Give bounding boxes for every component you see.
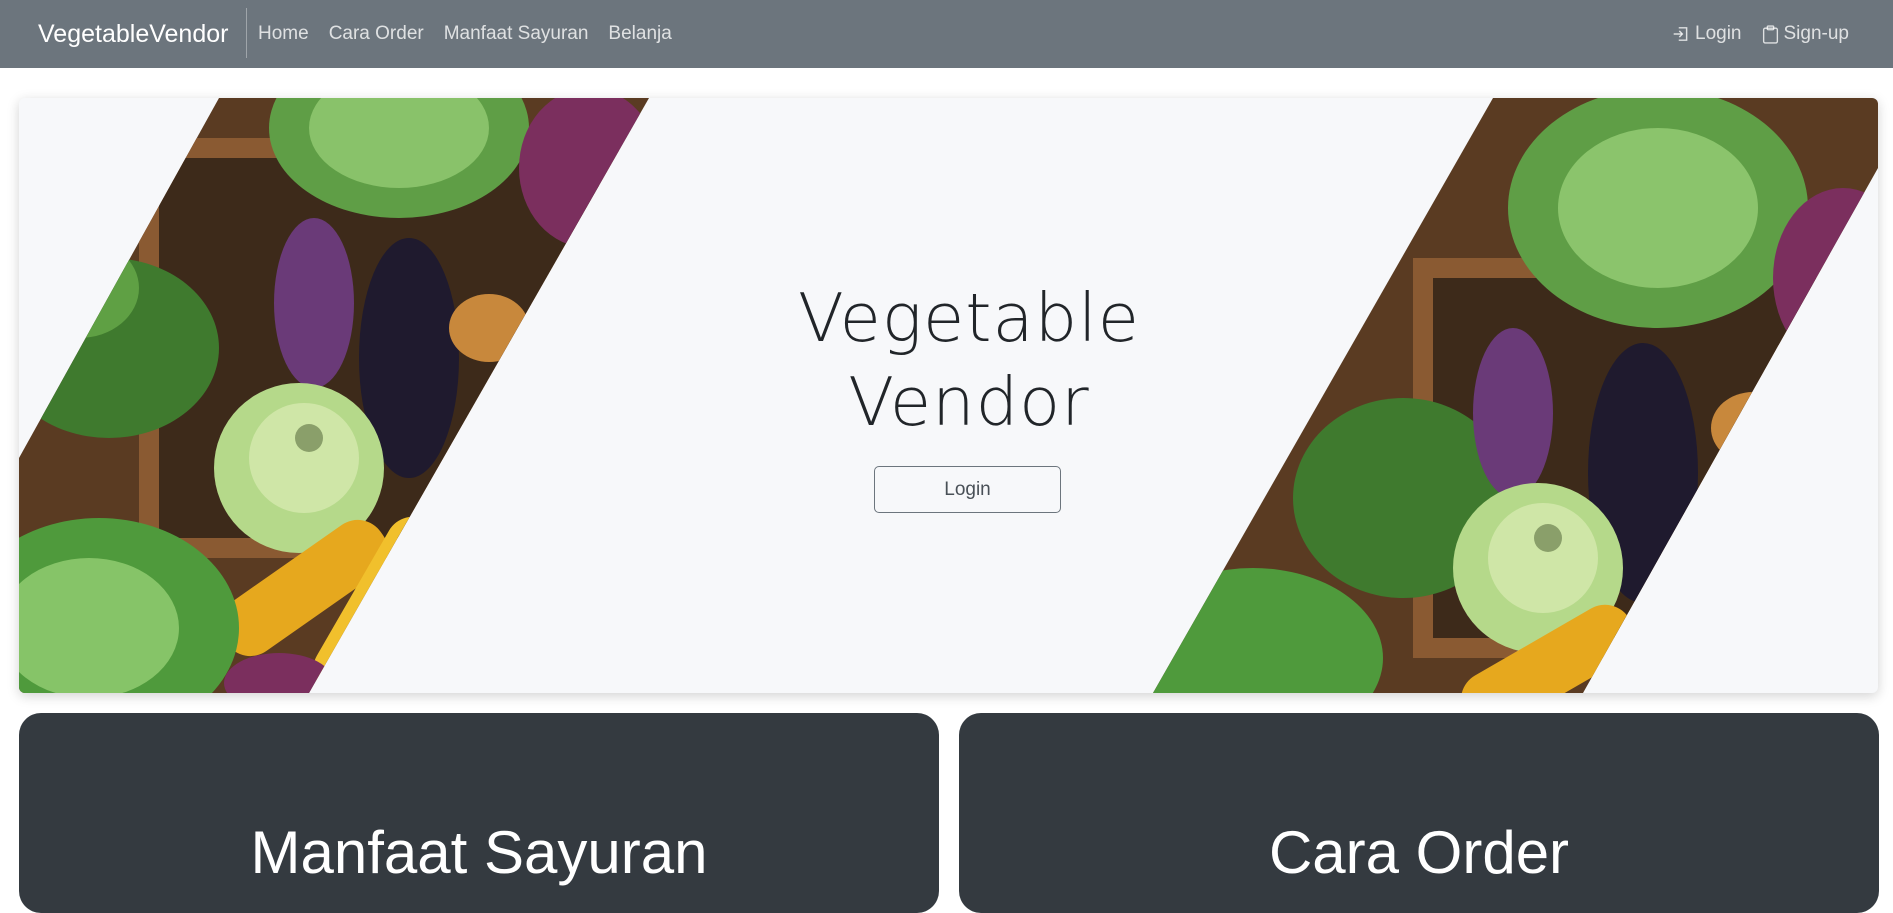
nav-auth: Login Sign-up [1652, 0, 1849, 68]
nav-login-label: Login [1695, 23, 1742, 44]
navbar: VegetableVendor Home Cara Order Manfaat … [0, 0, 1893, 68]
nav-links: Home Cara Order Manfaat Sayuran Belanja [258, 0, 692, 68]
card-title: Manfaat Sayuran [250, 819, 708, 886]
hero-title-line1: Vegetable [798, 279, 1140, 357]
hero-title: Vegetable Vendor [719, 276, 1219, 444]
navbar-divider [246, 8, 247, 58]
hero-banner: Vegetable Vendor Login [19, 98, 1878, 693]
card-manfaat-sayuran[interactable]: Manfaat Sayuran [19, 713, 939, 913]
nav-link-cara-order[interactable]: Cara Order [329, 23, 424, 45]
brand-link[interactable]: VegetableVendor [38, 0, 228, 68]
login-icon [1673, 27, 1688, 41]
vegetable-crate-image [19, 98, 649, 693]
vegetable-crate-image [1153, 98, 1878, 693]
nav-login-link[interactable]: Login [1672, 23, 1742, 45]
hero-login-button[interactable]: Login [874, 466, 1061, 513]
card-cara-order[interactable]: Cara Order [959, 713, 1879, 913]
nav-signup-link[interactable]: Sign-up [1762, 23, 1850, 45]
nav-link-manfaat-sayuran[interactable]: Manfaat Sayuran [444, 23, 589, 45]
hero-title-line2: Vendor [848, 363, 1090, 441]
nav-link-belanja[interactable]: Belanja [608, 23, 671, 45]
nav-link-home[interactable]: Home [258, 23, 309, 45]
nav-signup-label: Sign-up [1783, 23, 1850, 44]
card-title: Cara Order [1268, 819, 1570, 886]
clipboard-icon [1762, 24, 1778, 44]
